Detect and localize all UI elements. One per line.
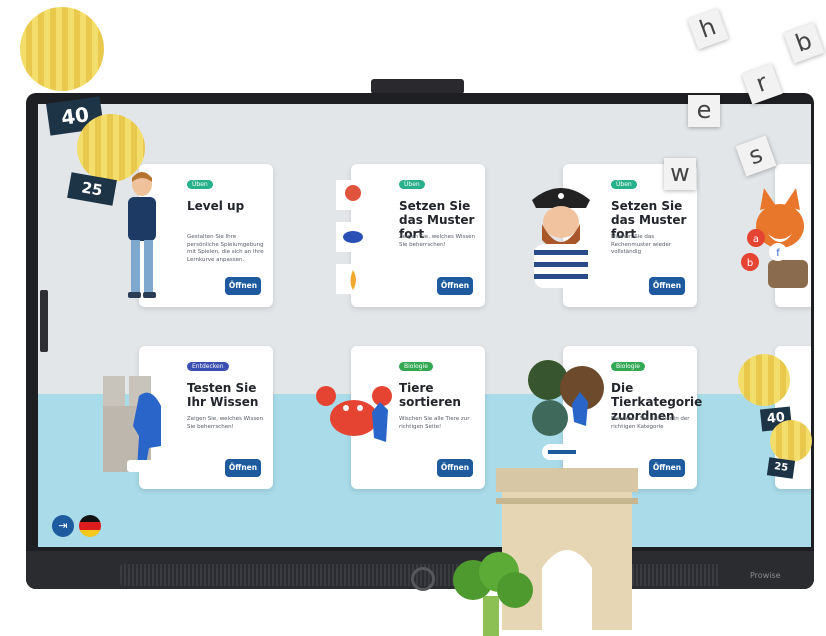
exit-icon[interactable]: ⇥ — [52, 515, 74, 537]
balloon-small — [77, 114, 145, 182]
card-badge: Entdecken — [187, 362, 229, 371]
balloon-large — [20, 7, 104, 91]
card-description: Platzieren Sie das Tier in der richtigen… — [611, 416, 690, 430]
card-badge: Biologie — [399, 362, 433, 371]
card-title: Tiere sortieren — [399, 381, 461, 409]
card-badge: Biologie — [611, 362, 645, 371]
broccoli-illustration — [453, 552, 533, 636]
fox-letter: b — [747, 258, 753, 269]
fox-letter: a — [753, 234, 759, 245]
animal-photos-illustration — [528, 360, 604, 460]
card-title: Testen Sie Ihr Wissen — [187, 381, 259, 409]
sea-animals-cards — [336, 180, 370, 294]
balloon-tag: 25 — [766, 457, 796, 479]
card-description: Gestalten Sie Ihre persönliche Spielumge… — [187, 234, 264, 263]
open-button[interactable]: Öffnen — [225, 277, 261, 295]
boy-illustration — [128, 172, 156, 298]
balloon-small — [770, 420, 812, 462]
cathedral-illustration — [103, 376, 163, 472]
card-description: Zeigen Sie, welches Wissen Sie beherrsch… — [187, 416, 264, 430]
card-description: Wischen Sie alle Tiere zur richtigen Sei… — [399, 416, 470, 430]
power-knob[interactable] — [411, 567, 435, 591]
webcam-bar — [371, 79, 464, 94]
balloon-large — [738, 354, 790, 406]
open-button[interactable]: Öffnen — [437, 459, 473, 477]
open-button[interactable]: Öffnen — [649, 459, 685, 477]
fox-letter: f — [776, 248, 780, 259]
open-button[interactable]: Öffnen — [437, 277, 473, 295]
card-badge: Üben — [187, 180, 213, 189]
letter-tile: h — [687, 8, 729, 50]
card-description: Machen Sie das Rechenmuster wieder volls… — [611, 234, 672, 255]
fox-illustration: a b f — [741, 188, 808, 288]
card-badge: Üben — [399, 180, 425, 189]
card-description: Zeigen Sie, welches Wissen Sie beherrsch… — [399, 234, 476, 248]
letter-tile: w — [664, 158, 696, 190]
open-button[interactable]: Öffnen — [649, 277, 685, 295]
crab-illustration — [316, 386, 392, 442]
open-button[interactable]: Öffnen — [225, 459, 261, 477]
card-badge: Üben — [611, 180, 637, 189]
brand-logo: Prowise — [750, 571, 781, 580]
germany-flag-icon[interactable] — [79, 515, 101, 537]
side-control-buttons[interactable] — [40, 290, 48, 352]
card-title: Level up — [187, 199, 245, 213]
letter-tile: e — [688, 95, 720, 127]
letter-tile: b — [783, 22, 825, 64]
pirate-illustration — [532, 188, 590, 288]
